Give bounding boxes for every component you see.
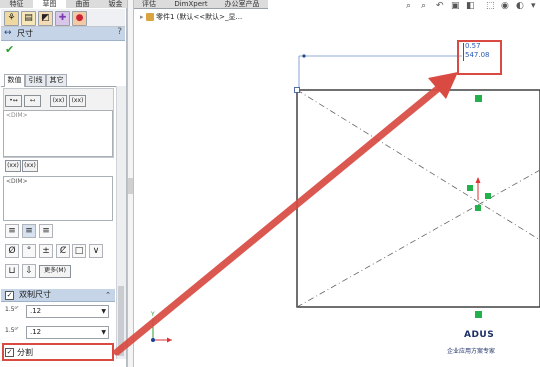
construction-diagonal-2[interactable] <box>296 169 540 308</box>
adus-logo: ADUS <box>464 330 494 340</box>
triad-z-axis <box>151 338 155 342</box>
sketch-rectangle[interactable] <box>296 89 540 308</box>
origin-arrow-icon <box>475 177 481 183</box>
dimension-highlight-box <box>457 40 502 75</box>
coincident-marker-1[interactable] <box>467 185 473 191</box>
logo-name: ADUS <box>464 330 495 340</box>
annotation-arrow-shaft <box>113 78 450 356</box>
corner-point-handle[interactable] <box>294 87 300 93</box>
construction-diagonal-1[interactable] <box>296 89 540 241</box>
horizontal-relation-marker-bottom[interactable] <box>475 311 482 318</box>
dimension-arrow-point <box>302 54 306 58</box>
horizontal-relation-marker[interactable] <box>475 95 482 102</box>
coincident-marker-3[interactable] <box>475 205 481 211</box>
triad-x-arrow-icon <box>167 337 172 343</box>
logo-subtitle: 企业应用方案专家 <box>447 348 496 355</box>
coincident-marker-2[interactable] <box>485 193 491 199</box>
